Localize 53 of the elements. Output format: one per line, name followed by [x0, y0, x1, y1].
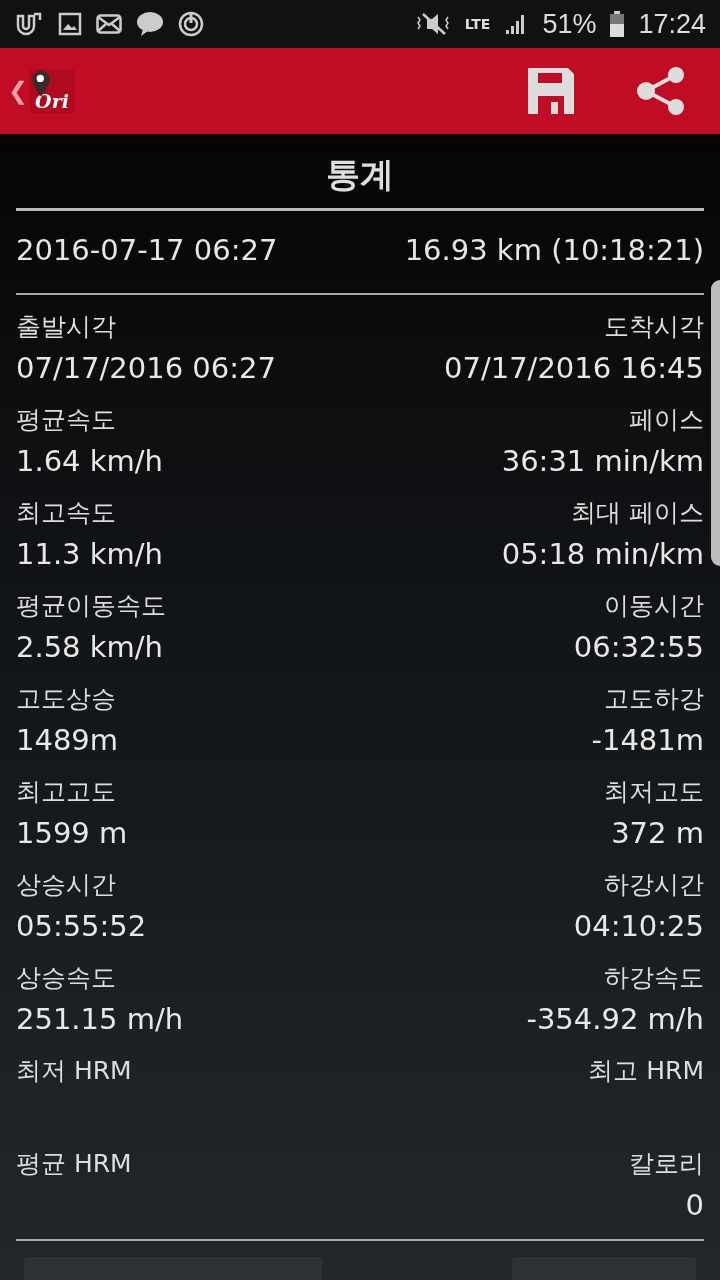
stat-value: 05:55:52 — [16, 908, 147, 945]
stat-label: 평균속도 — [16, 404, 117, 436]
mute-vibrate-icon — [414, 11, 451, 37]
stat-label: 도착시각 — [604, 311, 704, 343]
stat-label: 최대 페이스 — [571, 497, 704, 529]
stat-label: 이동시간 — [604, 590, 704, 622]
stat-label: 고도하강 — [604, 683, 704, 715]
stat-label: 하강속도 — [604, 962, 704, 994]
stat-value: 07/17/2016 06:27 — [16, 350, 276, 387]
stat-value: 06:32:55 — [573, 629, 704, 666]
stat-value: 1599 m — [16, 815, 128, 852]
power-ring-icon — [178, 11, 204, 37]
stat-value: 2.58 km/h — [16, 629, 164, 666]
stat-value: 251.15 m/h — [16, 1001, 184, 1038]
stat-value: 372 m — [611, 815, 704, 852]
clock: 17:24 — [638, 8, 706, 40]
stat-label: 고도상승 — [16, 683, 117, 715]
stat-label: 상승시간 — [16, 869, 117, 901]
stat-value: 1.64 km/h — [16, 443, 163, 480]
app-notification-icon — [14, 10, 44, 38]
stat-label: 최저고도 — [604, 776, 704, 808]
battery-icon — [610, 11, 625, 37]
battery-percent: 51% — [542, 8, 597, 40]
stat-value: 07/17/2016 16:45 — [444, 350, 704, 387]
track-distance: 16.93 km (10:18:21) — [404, 233, 704, 267]
stat-label: 최저 HRM — [16, 1055, 132, 1087]
stat-value: 11.3 km/h — [16, 536, 163, 573]
screen-title: 통계 — [325, 153, 395, 196]
edge-panel-handle[interactable] — [711, 280, 720, 566]
save-button[interactable] — [526, 66, 576, 116]
network-type: LTE — [464, 17, 491, 31]
stat-label: 최고고도 — [16, 776, 117, 808]
stat-value: 1489m — [16, 722, 119, 759]
track-date: 2016-07-17 06:27 — [16, 233, 278, 267]
stat-value: -354.92 m/h — [526, 1001, 704, 1038]
stat-label: 평균 HRM — [16, 1148, 132, 1180]
stat-value: 0 — [685, 1187, 704, 1224]
stat-label: 최고속도 — [16, 497, 117, 529]
stat-value: 36:31 min/km — [501, 443, 704, 480]
stat-label: 최고 HRM — [588, 1055, 704, 1087]
stat-value: 04:10:25 — [573, 908, 704, 945]
mail-icon — [96, 14, 122, 34]
stat-label: 평균이동속도 — [16, 590, 166, 622]
stat-label: 하강시간 — [604, 869, 704, 901]
stat-label: 상승속도 — [16, 962, 117, 994]
stat-label: 출발시각 — [16, 311, 117, 343]
stat-value: 05:18 min/km — [501, 536, 704, 573]
chat-bubble-icon — [136, 11, 164, 37]
app-logo[interactable]: Ori — [30, 69, 74, 113]
image-icon — [58, 12, 82, 36]
stat-label: 페이스 — [629, 404, 704, 436]
stat-value: -1481m — [591, 722, 704, 759]
stat-label: 칼로리 — [629, 1148, 704, 1180]
